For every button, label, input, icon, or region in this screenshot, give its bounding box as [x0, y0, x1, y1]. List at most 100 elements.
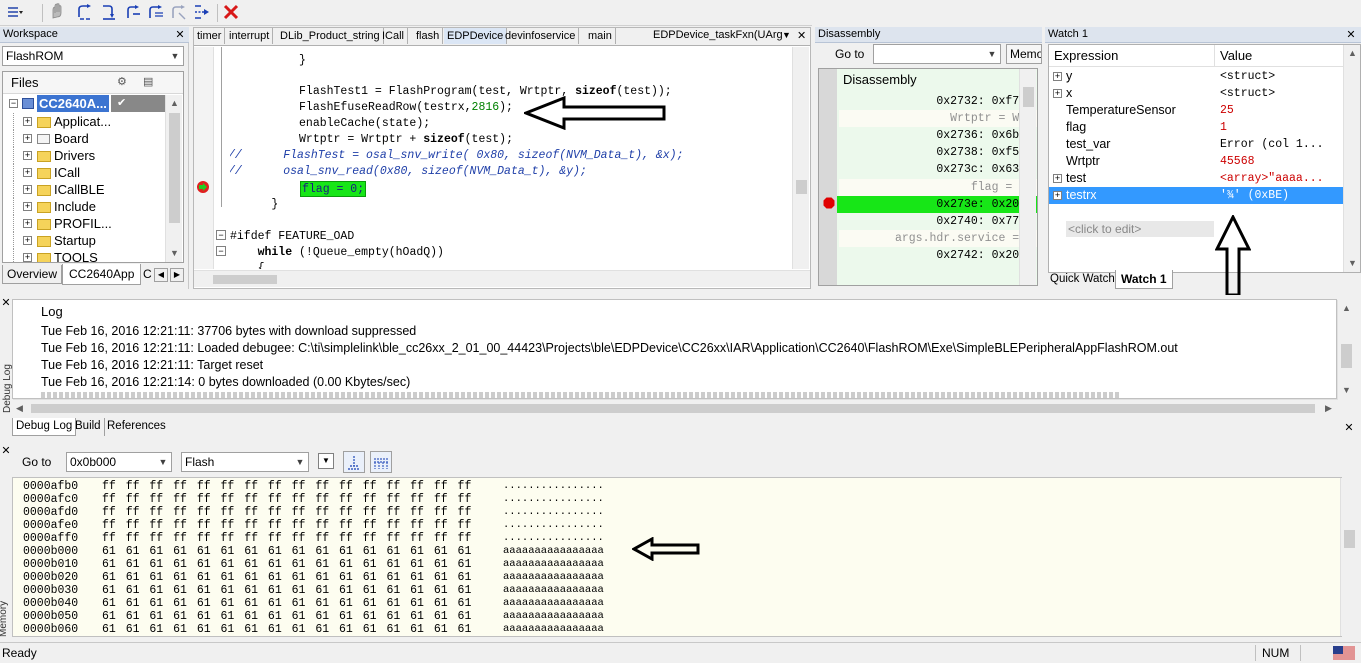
expand-icon[interactable]: + [23, 236, 32, 245]
tree-item[interactable]: + TOOLS [3, 249, 163, 263]
tab-build[interactable]: Build [72, 418, 105, 436]
output-icon[interactable]: ▤ [143, 75, 153, 88]
tree-item[interactable]: + Startup [3, 232, 163, 249]
log-close-icon[interactable]: ✕ [0, 297, 12, 309]
dropdown-arrow-icon[interactable] [6, 3, 24, 21]
expand-icon[interactable]: + [23, 253, 32, 262]
expand-icon[interactable]: + [1053, 191, 1062, 200]
tree-item-label: TOOLS [54, 250, 98, 263]
watch-row[interactable]: + testrx '¾' (0xBE) [1049, 187, 1345, 204]
tree-item[interactable]: + ICallBLE [3, 181, 163, 198]
expand-icon[interactable]: + [23, 219, 32, 228]
editor-hscrollbar[interactable] [194, 270, 810, 287]
tab-cc2640app[interactable]: CC2640App [62, 264, 142, 285]
files-scrollbar[interactable]: ▲ ▼ [165, 95, 182, 262]
editor-tab[interactable]: timer [194, 28, 226, 44]
expand-icon[interactable]: + [1053, 89, 1062, 98]
watch-row[interactable]: Wrtptr 45568 [1049, 153, 1345, 170]
tab-scroll-left-icon[interactable]: ◀ [154, 268, 168, 282]
chevron-down-icon[interactable]: ▼ [782, 30, 791, 40]
tab-watch-1[interactable]: Watch 1 [1115, 270, 1173, 289]
settings-icon[interactable]: ⚙ [117, 75, 127, 88]
tab-quick-watch[interactable]: Quick Watch [1047, 271, 1119, 288]
log-hscrollbar[interactable]: ◀ ▶ [13, 399, 1337, 416]
breakpoint-icon[interactable] [823, 197, 835, 209]
log-panel-close-icon[interactable]: ✕ [1343, 422, 1355, 434]
editor-tab[interactable]: ICall [379, 28, 409, 44]
editor-tab[interactable]: EDPDevice [444, 28, 508, 44]
folder-icon [37, 117, 51, 128]
memory-address-input[interactable]: 0x0b000 ▼ [66, 452, 172, 472]
project-row[interactable]: − CC2640A... ✔ [3, 95, 165, 112]
expand-icon[interactable]: + [1053, 72, 1062, 81]
next-statement-icon[interactable] [147, 3, 165, 21]
memory-button[interactable]: Memo [1006, 44, 1042, 64]
run-to-cursor-icon[interactable] [170, 3, 188, 21]
tab-c[interactable]: C [140, 265, 155, 284]
step-over-icon[interactable] [76, 3, 94, 21]
memory-bytes: ff ff ff ff ff ff ff ff ff ff ff ff ff f… [102, 519, 472, 532]
expand-icon[interactable]: + [23, 168, 32, 177]
watch-close-icon[interactable]: ✕ [1345, 29, 1357, 41]
tree-item[interactable]: + PROFIL... [3, 215, 163, 232]
editor-tab[interactable]: main [585, 28, 616, 44]
watch-row[interactable]: TemperatureSensor 25 [1049, 102, 1345, 119]
memory-scrollbar[interactable] [1340, 478, 1357, 636]
click-to-edit-row[interactable]: <click to edit> [1066, 221, 1214, 237]
value-column-header[interactable]: Value [1220, 48, 1252, 63]
stop-icon[interactable] [48, 3, 66, 21]
memory-close-icon[interactable]: ✕ [0, 445, 12, 457]
watch-row[interactable]: + x <struct> [1049, 85, 1345, 102]
memory-bytes: ff ff ff ff ff ff ff ff ff ff ff ff ff f… [102, 506, 472, 519]
tab-overview[interactable]: Overview [2, 265, 63, 284]
fold-collapse-icon[interactable]: − [216, 230, 226, 240]
editor-close-icon[interactable]: ✕ [797, 29, 806, 42]
expand-icon[interactable]: + [23, 202, 32, 211]
function-label[interactable]: EDPDevice_taskFxn(UArg [653, 29, 783, 41]
watch-row[interactable]: flag 1 [1049, 119, 1345, 136]
fold-collapse-icon[interactable]: − [216, 246, 226, 256]
watch-row[interactable]: + y <struct> [1049, 68, 1345, 85]
memory-zone-select[interactable]: Flash ▼ [181, 452, 309, 472]
expand-icon[interactable]: + [23, 117, 32, 126]
watch-scrollbar[interactable]: ▲ ▼ [1343, 45, 1360, 272]
disassembly-goto-input[interactable]: ▼ [873, 44, 1001, 64]
tab-scroll-right-icon[interactable]: ▶ [170, 268, 184, 282]
editor-tab[interactable]: flash [413, 28, 444, 44]
watch-row[interactable]: test_var Error (col 1... [1049, 136, 1345, 153]
memory-up-button[interactable] [343, 451, 365, 473]
memory-refresh-button[interactable] [370, 451, 392, 473]
tab-debug-log[interactable]: Debug Log [12, 418, 77, 436]
editor-tab[interactable]: devinfoservice [502, 28, 580, 44]
tree-item[interactable]: + Applicat... [3, 113, 163, 130]
editor-tab[interactable]: DLib_Product_string [277, 28, 384, 44]
autostep-icon[interactable] [193, 3, 211, 21]
editor-scrollbar[interactable] [792, 47, 809, 269]
expand-icon[interactable]: + [23, 134, 32, 143]
editor-tab[interactable]: interrupt [226, 28, 274, 44]
tree-item[interactable]: + Include [3, 198, 163, 215]
tree-item[interactable]: + Board [3, 130, 163, 147]
expand-icon[interactable]: + [1053, 174, 1062, 183]
workspace-close-icon[interactable]: ✕ [174, 29, 186, 41]
memory-bytes: ff ff ff ff ff ff ff ff ff ff ff ff ff f… [102, 480, 472, 493]
folder-icon [37, 151, 51, 162]
tab-references[interactable]: References [104, 418, 169, 436]
watch-value: Error (col 1... [1220, 138, 1324, 151]
disassembly-line: args.hdr.service = I [839, 229, 1037, 247]
code-area[interactable]: } FlashTest1 = FlashProgram(test, Wrtptr… [230, 47, 792, 269]
step-into-icon[interactable] [100, 3, 118, 21]
disassembly-scrollbar[interactable] [1019, 69, 1036, 285]
expand-icon[interactable]: + [23, 185, 32, 194]
expand-icon[interactable]: + [23, 151, 32, 160]
memory-options-button[interactable]: ▼ [318, 453, 334, 469]
expression-column-header[interactable]: Expression [1054, 48, 1118, 63]
memory-address: 0000b020 [23, 571, 79, 584]
step-out-icon[interactable] [124, 3, 142, 21]
stop-debugging-icon[interactable] [222, 3, 240, 21]
tree-item[interactable]: + ICall [3, 164, 163, 181]
watch-row[interactable]: + test <array>"aaaa... [1049, 170, 1345, 187]
tree-item[interactable]: + Drivers [3, 147, 163, 164]
workspace-config-select[interactable]: FlashROM ▼ [2, 46, 184, 66]
log-scrollbar[interactable]: ▲ ▼ [1337, 300, 1354, 400]
